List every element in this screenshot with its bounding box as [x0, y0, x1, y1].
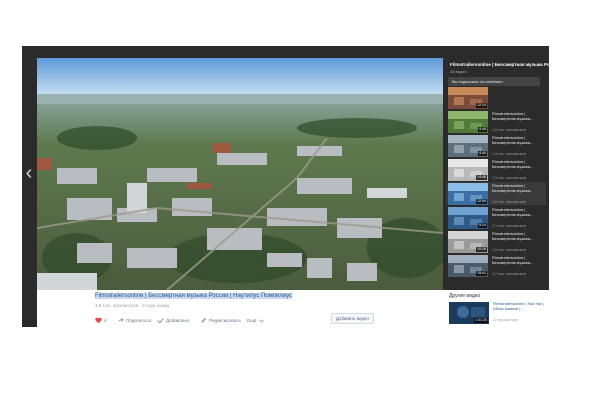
like-count: 4	[104, 317, 107, 323]
playlist-item-title[interactable]: Filmstrailersonline | Бессмертная музыка…	[492, 207, 544, 218]
more-label: Ещё	[247, 317, 257, 323]
playlist-item-views: 4,6 тыс. просмотров	[492, 200, 526, 204]
playlist-item-title[interactable]: Filmstrailersonline | Бессмертная музыка…	[492, 159, 544, 170]
edit-button[interactable]: Редактировать	[200, 316, 241, 324]
playlist-item[interactable]: 5:24 Filmstrailersonline | Бессмертная му…	[446, 206, 546, 229]
playlist-item-thumbnail[interactable]: 4:40	[448, 135, 488, 157]
playlist-item[interactable]: 14:46 Filmstrailersonline | Бессмертная м…	[446, 158, 546, 181]
playlist-item-title[interactable]: Filmstrailersonline | Бессмертная музыка…	[492, 231, 544, 242]
playlist-item[interactable]: 15:41 Filmstrailersonline | Бессмертная м…	[446, 254, 546, 277]
video-player[interactable]	[37, 58, 443, 290]
playlist-item-title[interactable]: Filmstrailersonline | Бессмертная музыка…	[492, 183, 544, 194]
subscribed-notice[interactable]: Вы подписаны на плейлист	[448, 77, 540, 86]
playlist-item-thumbnail[interactable]: 12:59	[448, 183, 488, 205]
playlist-item-thumbnail[interactable]: 4:48	[448, 111, 488, 133]
playlist-item[interactable]: 4:48 Filmstrailersonline | Бессмертная му…	[446, 110, 546, 133]
video-actions: 4 Поделиться Добавлено Редактировать Ещё	[95, 316, 435, 324]
checkmark-icon	[157, 317, 164, 323]
duration-badge: 10:26	[476, 247, 487, 252]
pencil-icon	[201, 317, 206, 323]
added-button[interactable]: Добавлено	[157, 316, 189, 324]
more-button[interactable]: Ещё	[247, 316, 265, 324]
like-button[interactable]: 4	[95, 316, 107, 324]
playlist-item-views: 2,1 тыс. просмотров	[492, 224, 526, 228]
video-frame-aerial-city	[37, 58, 443, 290]
playlist-item-views: 1,5 тыс. просмотров	[492, 248, 526, 252]
duration-badge: 12:24	[476, 103, 487, 108]
share-icon	[117, 317, 124, 323]
previous-video-arrow-icon[interactable]: ‹	[22, 160, 36, 186]
duration-badge: 4:40	[478, 151, 487, 156]
playlist-item-thumbnail[interactable]: 5:24	[448, 207, 488, 229]
playlist-item-views: 4,7 тыс. просмотров	[492, 272, 526, 276]
chevron-down-icon	[259, 319, 265, 322]
share-button[interactable]: Поделиться	[117, 316, 151, 324]
other-videos-panel: Другие видео 1:01:20 Filmstrailersonline…	[443, 290, 549, 327]
playlist-item-title[interactable]: Filmstrailersonline | Бессмертная музыка…	[492, 111, 544, 122]
share-label: Поделиться	[126, 317, 152, 323]
duration-badge: 15:41	[476, 271, 487, 276]
video-meta: 4,6 тыс. просмотров · 3 года назад	[95, 303, 169, 308]
add-to-my-videos-button[interactable]: Добавить видео	[331, 313, 374, 324]
playlist-item-views: 2,3 тыс. просмотров	[492, 176, 526, 180]
edit-label: Редактировать	[209, 317, 241, 323]
playlist-sidebar: Filmstrailersonline | Бессмертная музыка…	[443, 58, 560, 290]
playlist-count: 35 видео	[450, 69, 467, 74]
playlist-item-thumbnail[interactable]: 12:24	[448, 87, 488, 109]
other-videos-heading: Другие видео	[449, 293, 481, 299]
playlist-item-title[interactable]: Filmstrailersonline | Бессмертная музыка…	[492, 255, 544, 266]
duration-badge: 1:01:20	[474, 318, 488, 323]
heart-icon	[95, 317, 102, 323]
other-video-thumbnail[interactable]: 1:01:20	[449, 302, 489, 324]
duration-badge: 4:48	[478, 127, 487, 132]
playlist-item-thumbnail[interactable]: 10:26	[448, 231, 488, 253]
playlist-item-views: 1,2 тыс. просмотров	[492, 128, 526, 132]
playlist-item-thumbnail[interactable]: 14:46	[448, 159, 488, 181]
video-info-panel: Filmstrailersonline | Бессмертная музыка…	[37, 290, 443, 327]
playlist-item-views: 1,4 тыс. просмотров	[492, 152, 526, 156]
video-title[interactable]: Filmstrailersonline | Бессмертная музыка…	[95, 293, 293, 299]
playlist-item[interactable]: 12:59 Filmstrailersonline | Бессмертная м…	[446, 182, 546, 205]
playlist-item-thumbnail[interactable]: 15:41	[448, 255, 488, 277]
playlist-item-title[interactable]: Filmstrailersonline | Бессмертная музыка…	[492, 135, 544, 146]
playlist-item[interactable]: 4:40 Filmstrailersonline | Бессмертная му…	[446, 134, 546, 157]
video-title-text[interactable]: Filmstrailersonline | Бессмертная музыка…	[95, 293, 293, 299]
duration-badge: 5:24	[478, 223, 487, 228]
other-video-views: 12 просмотров	[493, 318, 518, 322]
duration-badge: 12:59	[476, 199, 487, 204]
other-video-title[interactable]: Filmstrailersonline | Маг ник | Абхаз Аз…	[493, 301, 545, 312]
playlist-item[interactable]: 10:26 Filmstrailersonline | Бессмертная м…	[446, 230, 546, 253]
playlist-item[interactable]: 12:24	[446, 86, 546, 109]
playlist-title[interactable]: Filmstrailersonline | Бессмертная музыка…	[450, 62, 560, 67]
added-label: Добавлено	[166, 317, 190, 323]
duration-badge: 14:46	[476, 175, 487, 180]
